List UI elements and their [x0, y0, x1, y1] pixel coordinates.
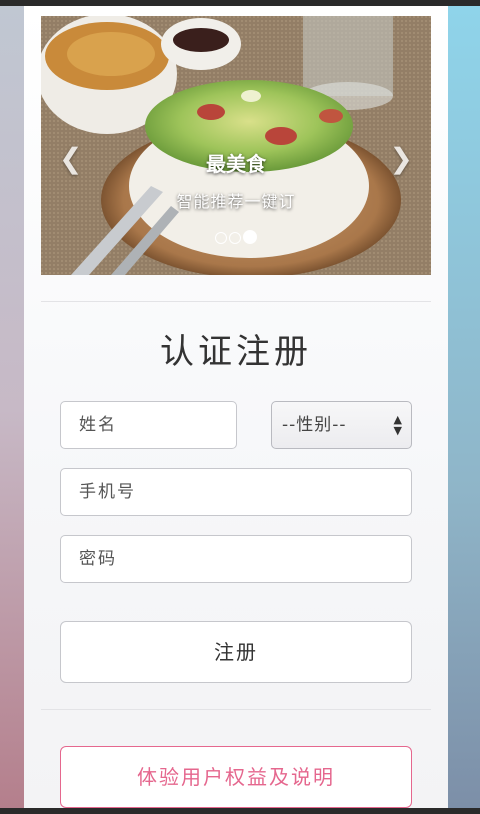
background-left	[0, 6, 24, 814]
registration-panel: ❮ ❯ 最美食 智能推荐一键订 认证注册 姓名 --性别-- ▲ ▼ 手机号 密…	[24, 6, 448, 808]
carousel-title: 最美食	[206, 152, 266, 176]
gender-select-value: --性别--	[282, 415, 347, 435]
carousel-indicators	[215, 229, 259, 244]
carousel-dot-2[interactable]	[229, 232, 241, 244]
benefits-button[interactable]: 体验用户权益及说明	[60, 746, 412, 808]
carousel-dot-3[interactable]	[243, 230, 257, 244]
name-input[interactable]: 姓名	[60, 401, 237, 449]
divider-top	[41, 301, 431, 302]
background-right	[448, 6, 480, 814]
phone-input[interactable]: 手机号	[60, 468, 412, 516]
page-title: 认证注册	[160, 332, 312, 372]
carousel-dot-1[interactable]	[215, 232, 227, 244]
divider-bottom	[41, 709, 431, 710]
image-carousel[interactable]: ❮ ❯ 最美食 智能推荐一键订	[41, 16, 431, 275]
select-down-icon: ▼	[393, 424, 403, 437]
carousel-subtitle: 智能推荐一键订	[176, 192, 296, 211]
register-button[interactable]: 注册	[60, 621, 412, 683]
password-input[interactable]: 密码	[60, 535, 412, 583]
bottom-bar	[0, 808, 480, 814]
gender-select[interactable]: --性别-- ▲ ▼	[271, 401, 412, 449]
